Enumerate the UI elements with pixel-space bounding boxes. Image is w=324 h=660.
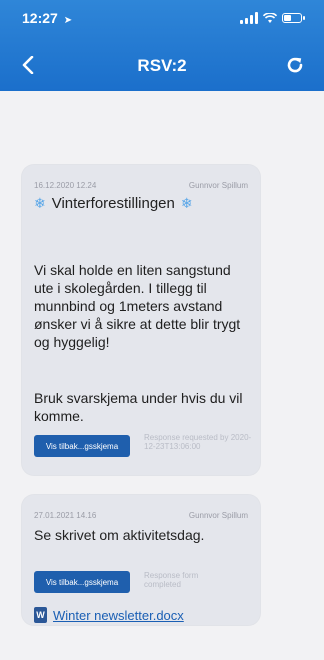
attachment-name[interactable]: Winter newsletter.docx xyxy=(53,608,184,623)
message-author: Gunnvor Spillum xyxy=(188,181,248,190)
nav-bar: RSV:2 xyxy=(0,50,324,80)
message-card: 16.12.2020 12.24 Gunnvor Spillum ❄ Vinte… xyxy=(22,165,260,475)
status-indicators xyxy=(240,12,305,24)
message-date: 27.01.2021 14.16 xyxy=(34,511,97,520)
snowflake-icon: ❄ xyxy=(180,195,193,211)
message-text-2: Bruk svarskjema under hvis du vil komme. xyxy=(34,390,243,424)
word-document-icon: W xyxy=(34,607,47,623)
wifi-icon xyxy=(263,12,277,23)
message-title: Vinterforestillingen xyxy=(51,195,175,212)
page-title: RSV:2 xyxy=(137,56,187,75)
message-author: Gunnvor Spillum xyxy=(188,511,248,520)
location-arrow-icon: ➤ xyxy=(63,15,73,26)
battery-icon xyxy=(282,13,305,23)
message-card: 27.01.2021 14.16 Gunnvor Spillum Se skri… xyxy=(22,495,260,625)
status-bar: 12:27 ➤ xyxy=(22,10,305,30)
message-date: 16.12.2020 12.24 xyxy=(34,181,97,190)
status-time: 12:27 ➤ xyxy=(22,10,72,26)
attachment-link[interactable]: W Winter newsletter.docx xyxy=(34,607,184,623)
signal-icon xyxy=(240,12,258,24)
refresh-icon xyxy=(287,57,303,73)
message-title: Se skrivet om aktivitetsdag. xyxy=(34,527,205,543)
snowflake-icon: ❄ xyxy=(34,195,46,211)
message-title-row: ❄ Vinterforestillingen ❄ xyxy=(34,195,193,212)
response-form-button[interactable]: Vis tilbak...gsskjema xyxy=(34,435,130,457)
message-body: Vi skal holde en liten sangstund ute i s… xyxy=(34,261,250,425)
response-status: Response requested by 2020-12-23T13:06:0… xyxy=(144,433,252,451)
message-text: Vi skal holde en liten sangstund ute i s… xyxy=(34,262,241,350)
app-header: 12:27 ➤ RSV:2 xyxy=(0,0,324,91)
response-form-button[interactable]: Vis tilbak...gsskjema xyxy=(34,571,130,593)
response-status: Response form completed xyxy=(144,571,199,589)
status-time-text: 12:27 xyxy=(22,10,58,26)
refresh-button[interactable] xyxy=(280,50,310,80)
